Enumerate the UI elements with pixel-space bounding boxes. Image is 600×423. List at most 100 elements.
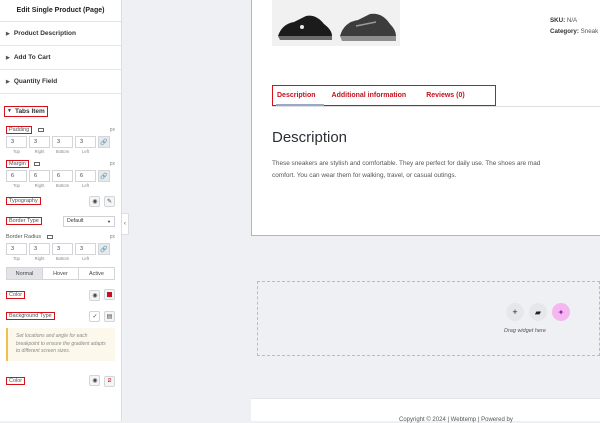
dim-label: Top (13, 256, 20, 261)
state-tabs: Normal Hover Active (6, 267, 115, 280)
margin-right-input[interactable]: 6 (29, 170, 50, 182)
section-add-to-cart[interactable]: ▶ Add To Cart (0, 46, 121, 70)
margin-inputs: 6 6 6 6 🔗 (0, 170, 121, 182)
gradient-info: Set locations and angle for each breakpo… (6, 328, 115, 361)
tab-normal[interactable]: Normal (7, 268, 43, 279)
link-values-icon[interactable]: 🔗 (98, 136, 110, 148)
padding-right-input[interactable]: 3 (29, 136, 50, 148)
dim-label: Bottom (55, 149, 70, 154)
margin-bottom-input[interactable]: 6 (52, 170, 73, 182)
section-label: Tabs Item (14, 107, 45, 115)
unit-selector[interactable]: px (110, 234, 115, 240)
gradient-icon[interactable]: ▤ (104, 310, 115, 322)
section-label: Product Description (13, 30, 76, 37)
active-tab-indicator (276, 104, 324, 106)
desktop-icon[interactable] (34, 161, 41, 166)
dim-label: Left (82, 256, 89, 261)
tab-hover[interactable]: Hover (43, 268, 79, 279)
dim-label: Right (34, 149, 45, 154)
editor-panel: Edit Single Product (Page) ▶ Product Des… (0, 0, 122, 421)
description-text: These sneakers are stylish and comfortab… (272, 158, 600, 182)
link-values-icon[interactable]: 🔗 (98, 170, 110, 182)
tab-additional-information[interactable]: Additional information (332, 92, 407, 99)
product-meta: SKU: N/A Category: Sneak (550, 15, 598, 37)
globe-icon[interactable]: ◉ (89, 195, 101, 207)
sku-value: N/A (566, 17, 578, 24)
add-element-icon[interactable]: + (506, 303, 524, 321)
desktop-icon[interactable] (46, 234, 53, 239)
border-type-select[interactable]: Default ▼ (63, 215, 115, 227)
color-swatch[interactable] (104, 289, 115, 300)
typography-label: Typography (6, 197, 41, 205)
chevron-down-icon: ▼ (107, 218, 111, 224)
tab-active[interactable]: Active (79, 268, 114, 279)
category-value[interactable]: Sneak (581, 28, 599, 35)
dim-label: Right (34, 183, 45, 188)
margin-left-input[interactable]: 6 (75, 170, 96, 182)
dim-label: Left (82, 149, 89, 154)
description-heading: Description (272, 129, 348, 146)
caret-right-icon: ▶ (6, 78, 10, 85)
unit-selector[interactable]: px (110, 161, 115, 167)
no-color-icon[interactable]: ⧄ (104, 375, 115, 387)
product-image (272, 0, 400, 46)
margin-label: Margin (6, 160, 29, 168)
padding-label: Padding (6, 126, 33, 134)
padding-bottom-input[interactable]: 3 (52, 136, 73, 148)
section-label: Quantity Field (13, 78, 58, 85)
category-label: Category: (550, 28, 579, 35)
unit-selector[interactable]: px (110, 127, 115, 133)
dim-label: Top (13, 149, 20, 154)
radius-top-input[interactable]: 3 (6, 243, 27, 255)
dim-label: Left (82, 183, 89, 188)
dim-label: Bottom (55, 256, 70, 261)
select-value: Default (67, 218, 84, 224)
sneakers-image (272, 0, 400, 46)
widget-dropzone[interactable]: + ▰ ✦ Drag widget here (257, 281, 600, 356)
link-values-icon[interactable]: 🔗 (98, 243, 110, 255)
tabs-divider (272, 106, 600, 107)
footer-text: Copyright © 2024 | Webtemp | Powered by (399, 417, 513, 423)
margin-top-input[interactable]: 6 (6, 170, 27, 182)
panel-title: Edit Single Product (Page) (0, 0, 121, 22)
radius-bottom-input[interactable]: 3 (52, 243, 73, 255)
color-label-2: Color (6, 376, 26, 385)
globe-icon[interactable]: ◉ (89, 290, 101, 301)
product-tabs: Description Additional information Revie… (272, 85, 496, 106)
caret-right-icon: ▶ (6, 30, 10, 37)
check-icon[interactable]: ✓ (89, 310, 101, 322)
product-widget[interactable]: SKU: N/A Category: Sneak Description Add… (251, 0, 600, 236)
section-product-description[interactable]: ▶ Product Description (0, 22, 121, 46)
background-type-label: Background Type (6, 312, 55, 320)
collapse-panel-button[interactable]: ‹ (122, 213, 129, 235)
desktop-icon[interactable] (37, 127, 44, 132)
padding-top-input[interactable]: 3 (6, 136, 27, 148)
description-line: These sneakers are stylish and comfortab… (272, 160, 541, 167)
tab-description[interactable]: Description (277, 92, 316, 99)
section-tabs-item[interactable]: ▼ Tabs Item (4, 105, 48, 117)
color-label: Color (6, 291, 26, 299)
border-radius-inputs: 3 3 3 3 🔗 (0, 243, 121, 255)
padding-inputs: 3 3 3 3 🔗 (0, 136, 121, 148)
dim-label: Bottom (55, 183, 70, 188)
folder-icon[interactable]: ▰ (529, 303, 547, 321)
border-type-label: Border Type (6, 217, 42, 225)
ai-sparkle-icon[interactable]: ✦ (552, 303, 570, 321)
pencil-icon[interactable]: ✎ (104, 195, 115, 207)
dropzone-hint: Drag widget here (504, 328, 546, 334)
border-radius-label: Border Radius (6, 234, 42, 240)
page-footer: Copyright © 2024 | Webtemp | Powered by (251, 398, 600, 423)
radius-left-input[interactable]: 3 (75, 243, 96, 255)
sku-label: SKU: (550, 17, 566, 24)
section-quantity-field[interactable]: ▶ Quantity Field (0, 70, 121, 94)
padding-left-input[interactable]: 3 (75, 136, 96, 148)
dim-label: Top (13, 183, 20, 188)
section-label: Add To Cart (13, 54, 51, 61)
globe-icon[interactable]: ◉ (89, 374, 101, 386)
radius-right-input[interactable]: 3 (29, 243, 50, 255)
dim-label: Right (34, 256, 45, 261)
canvas: SKU: N/A Category: Sneak Description Add… (129, 0, 600, 423)
caret-down-icon: ▼ (7, 108, 12, 114)
caret-right-icon: ▶ (6, 54, 10, 61)
tab-reviews[interactable]: Reviews (0) (426, 92, 465, 99)
